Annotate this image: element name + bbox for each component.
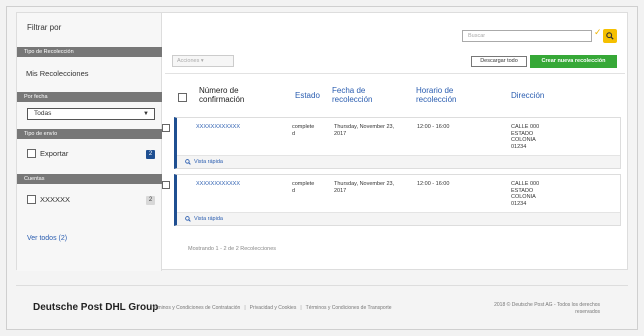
footer-links: Términos y Condiciones de Contratación |…	[150, 305, 392, 311]
quick-view-label: Vista rápida	[194, 216, 223, 222]
confirmation-number-link[interactable]: XXXXXXXXXXXX	[196, 181, 240, 188]
checkmark-icon: ✓	[594, 27, 602, 37]
view-all-link[interactable]: Ver todos (2)	[27, 235, 67, 242]
search-icon	[606, 32, 614, 40]
date-select[interactable]: Todas ▼	[27, 108, 155, 120]
results-summary: Mostrando 1 - 2 de 2 Recolecciones	[188, 246, 277, 252]
privacy-link[interactable]: Privacidad y Cookies	[250, 305, 297, 311]
address-cell: CALLE 000 ESTADO COLONIA 01234	[511, 181, 540, 207]
row-checkbox[interactable]	[162, 181, 170, 189]
address-cell: CALLE 000 ESTADO COLONIA 01234	[511, 124, 540, 150]
checkbox-icon	[27, 149, 36, 158]
select-all-checkbox[interactable]	[178, 93, 187, 102]
header-confirmation-number: Número de confirmación	[199, 86, 245, 104]
confirmation-number-link[interactable]: XXXXXXXXXXXX	[196, 124, 240, 131]
section-header-accounts: Cuentas	[17, 174, 162, 184]
header-pickup-time[interactable]: Horario de recolección	[416, 86, 478, 104]
date-cell: Thursday, November 23, 2017	[334, 124, 395, 137]
export-count-badge: 2	[146, 150, 155, 159]
section-header-pickup-type: Tipo de Recolección	[17, 47, 162, 57]
separator: |	[300, 305, 302, 311]
header-address[interactable]: Dirección	[511, 91, 544, 100]
terms-link[interactable]: Términos y Condiciones de Contratación	[150, 305, 240, 311]
row-checkbox[interactable]	[162, 124, 170, 132]
date-cell: Thursday, November 23, 2017	[334, 181, 395, 194]
transport-terms-link[interactable]: Términos y Condiciones de Transporte	[306, 305, 392, 311]
row-footer: Vista rápida	[177, 212, 620, 225]
footer-divider	[16, 285, 628, 286]
caret-down-icon: ▼	[143, 111, 149, 117]
status-cell: complete d	[292, 124, 315, 137]
export-checkbox[interactable]: Exportar	[27, 149, 68, 158]
download-all-button[interactable]: Descargar todo	[471, 56, 527, 67]
search-icon	[185, 216, 191, 222]
new-pickup-button[interactable]: Crear nueva recolección	[530, 55, 617, 68]
quick-view-link[interactable]: Vista rápida	[185, 216, 223, 222]
status-cell: complete d	[292, 181, 315, 194]
search-icon	[185, 159, 191, 165]
header-status[interactable]: Estado	[295, 91, 320, 100]
account-label: XXXXXX	[40, 195, 71, 204]
table-row: XXXXXXXXXXXX complete d Thursday, Novemb…	[162, 174, 621, 226]
quick-view-label: Vista rápida	[194, 159, 223, 165]
copyright-text: 2018 © Deutsche Post AG - Todos los dere…	[494, 302, 600, 315]
actions-dropdown[interactable]: Acciones ▾	[172, 55, 234, 67]
search-input[interactable]: Buscar	[462, 30, 592, 42]
quick-view-link[interactable]: Vista rápida	[185, 159, 223, 165]
search-button[interactable]	[603, 29, 617, 43]
section-header-date: Por fecha	[17, 92, 162, 102]
time-cell: 12:00 - 16:00	[417, 181, 450, 187]
my-pickups-filter[interactable]: Mis Recolecciones	[26, 69, 89, 78]
section-header-shipment-type: Tipo de envío	[17, 129, 162, 139]
export-label: Exportar	[40, 149, 69, 158]
account-count-badge: 2	[146, 196, 155, 205]
filter-title: Filtrar por	[27, 23, 62, 32]
header-pickup-date[interactable]: Fecha de recolección	[332, 86, 392, 104]
time-cell: 12:00 - 16:00	[417, 124, 450, 130]
table-row: XXXXXXXXXXXX complete d Thursday, Novemb…	[162, 117, 621, 169]
checkbox-icon	[27, 195, 36, 204]
brand-logo-text: Deutsche Post DHL Group	[33, 302, 159, 313]
account-checkbox[interactable]: XXXXXX	[27, 195, 70, 204]
divider	[165, 73, 625, 74]
separator: |	[244, 305, 246, 311]
filter-sidebar: Filtrar por Tipo de Recolección Mis Reco…	[17, 13, 162, 271]
page-card: Filtrar por Tipo de Recolección Mis Reco…	[16, 12, 628, 271]
row-footer: Vista rápida	[177, 155, 620, 168]
date-select-value: Todas	[34, 110, 52, 117]
